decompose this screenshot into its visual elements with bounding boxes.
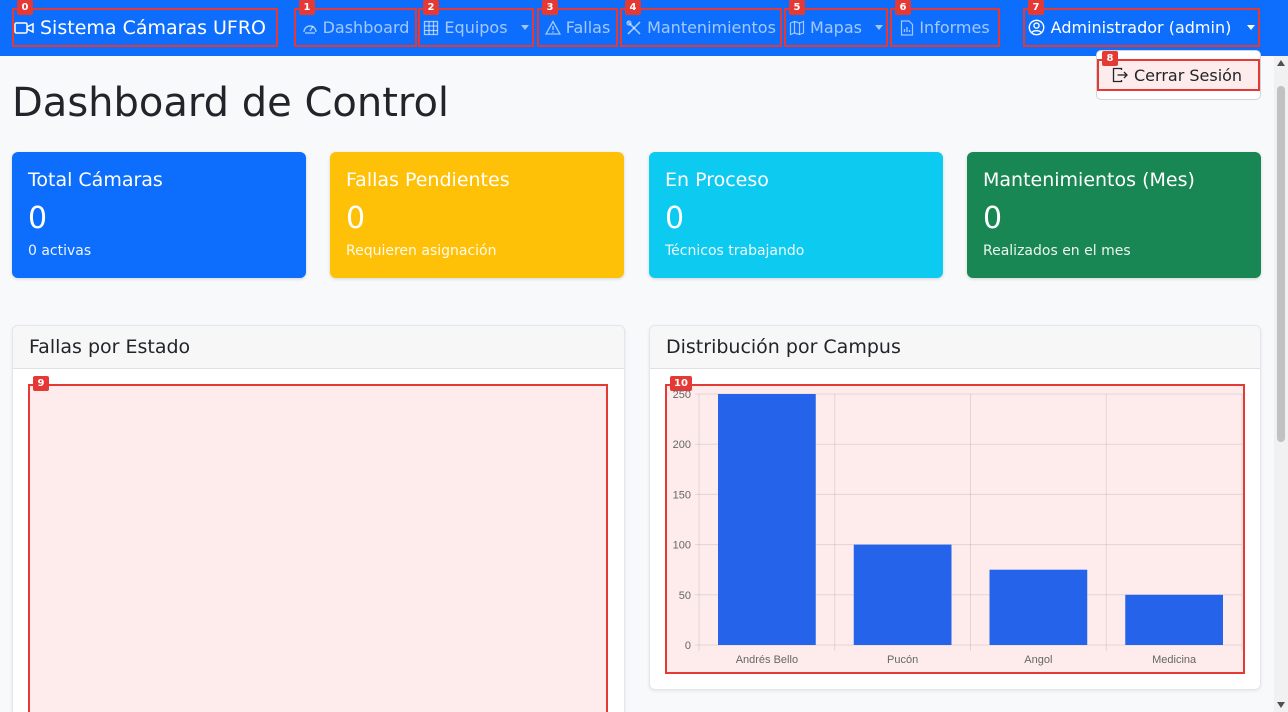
- stat-card-mantenimientos: Mantenimientos (Mes) 0 Realizados en el …: [967, 152, 1261, 278]
- stat-card-subtitle: Técnicos trabajando: [665, 243, 805, 259]
- scrollbar-thumb[interactable]: [1277, 86, 1285, 442]
- brand-title: Sistema Cámaras UFRO: [40, 16, 267, 39]
- stat-card-subtitle: 0 activas: [28, 243, 92, 259]
- x-tick-label: Medicina: [1152, 654, 1197, 666]
- marker-8: 8: [1102, 51, 1118, 66]
- x-tick-label: Angol: [1024, 654, 1052, 666]
- stat-card-fallas-pendientes: Fallas Pendientes 0 Requieren asignación: [330, 152, 624, 278]
- nav-mantenimientos[interactable]: 4 Mantenimientos: [620, 0, 782, 47]
- stat-card-total-camaras: Total Cámaras 0 0 activas: [12, 152, 306, 278]
- nav-fallas[interactable]: 3 Fallas: [537, 0, 618, 47]
- logout-icon: [1112, 67, 1128, 83]
- brand-link[interactable]: 0 Sistema Cámaras UFRO: [12, 0, 278, 47]
- stat-card-en-proceso: En Proceso 0 Técnicos trabajando: [649, 152, 943, 278]
- y-tick-label: 250: [673, 389, 691, 401]
- marker-2: 2: [423, 0, 439, 15]
- stat-card-title: En Proceso: [665, 169, 769, 191]
- chart-bar: [989, 569, 1088, 645]
- nav-equipos[interactable]: 2 Equipos: [418, 0, 534, 47]
- x-tick-label: Pucón: [887, 654, 918, 666]
- stat-card-title: Total Cámaras: [28, 169, 163, 191]
- stat-card-value: 0: [28, 201, 48, 236]
- marker-0: 0: [17, 0, 33, 15]
- warning-icon: [544, 19, 561, 35]
- stat-card-title: Mantenimientos (Mes): [983, 169, 1195, 191]
- nav-mapas-label: Mapas: [810, 18, 862, 37]
- tools-icon: [626, 19, 641, 35]
- panel-title: Distribución por Campus: [650, 326, 1260, 369]
- logout-label: Cerrar Sesión: [1134, 65, 1243, 85]
- grid-icon: [424, 20, 439, 35]
- marker-5: 5: [789, 0, 805, 15]
- y-tick-label: 150: [673, 489, 691, 501]
- chart-bar: [853, 544, 952, 645]
- logout-menu-item[interactable]: 8 Cerrar Sesión: [1097, 51, 1260, 91]
- nav-mantenimientos-label: Mantenimientos: [647, 18, 776, 37]
- stat-card-title: Fallas Pendientes: [346, 169, 510, 191]
- stat-card-subtitle: Realizados en el mes: [983, 243, 1131, 259]
- nav-dashboard[interactable]: 1 Dashboard: [294, 0, 417, 47]
- marker-6: 6: [895, 0, 911, 15]
- chevron-down-icon: [520, 25, 529, 30]
- chart-bar: [1125, 594, 1223, 645]
- speedometer-icon: [302, 24, 317, 34]
- navbar: 0 Sistema Cámaras UFRO 1 Dashboard 2 Equ…: [0, 0, 1288, 56]
- nav-mapas[interactable]: 5 Mapas: [784, 0, 888, 47]
- fallas-estado-chart[interactable]: 9: [28, 376, 608, 712]
- scroll-up-icon[interactable]: [1277, 60, 1285, 66]
- stat-card-value: 0: [983, 201, 1003, 236]
- marker-9: 9: [33, 376, 49, 391]
- user-menu-toggle[interactable]: 7 Administrador (admin): [1023, 0, 1260, 47]
- marker-7: 7: [1028, 0, 1044, 15]
- map-icon: [789, 20, 805, 35]
- page-scrollbar[interactable]: [1274, 56, 1288, 712]
- nav-informes-label: Informes: [919, 18, 990, 37]
- user-circle-icon: [1028, 19, 1045, 36]
- stat-card-value: 0: [665, 201, 685, 236]
- nav-dashboard-label: Dashboard: [322, 18, 410, 37]
- chevron-down-icon: [874, 25, 883, 30]
- nav-informes[interactable]: 6 Informes: [890, 0, 1000, 47]
- chevron-down-icon: [1247, 25, 1256, 30]
- nav-fallas-label: Fallas: [565, 18, 611, 37]
- marker-3: 3: [542, 0, 558, 15]
- stat-card-value: 0: [346, 201, 366, 236]
- y-tick-label: 200: [673, 439, 691, 451]
- marker-4: 4: [625, 0, 641, 15]
- scroll-down-icon[interactable]: [1277, 702, 1285, 708]
- stat-card-subtitle: Requieren asignación: [346, 243, 497, 259]
- campus-bar-chart: 0 50 100 150 200 250 Andrés Bello Pucón Angol Med…: [673, 389, 1243, 666]
- marker-1: 1: [299, 0, 315, 15]
- page-title: Dashboard de Control: [12, 80, 450, 126]
- panel-title: Fallas por Estado: [13, 326, 624, 369]
- y-tick-label: 50: [679, 590, 691, 602]
- distribucion-campus-chart[interactable]: 10 0 50 100 150 200 250 Andrés Bello Pucón Angol…: [665, 376, 1245, 674]
- video-camera-icon: [14, 21, 34, 34]
- report-icon: [901, 19, 914, 36]
- x-tick-label: Andrés Bello: [736, 654, 798, 666]
- chart-bar: [718, 394, 816, 645]
- y-tick-label: 100: [673, 540, 691, 552]
- y-tick-label: 0: [685, 640, 691, 652]
- user-menu-label: Administrador (admin): [1050, 18, 1232, 37]
- nav-equipos-label: Equipos: [444, 18, 508, 37]
